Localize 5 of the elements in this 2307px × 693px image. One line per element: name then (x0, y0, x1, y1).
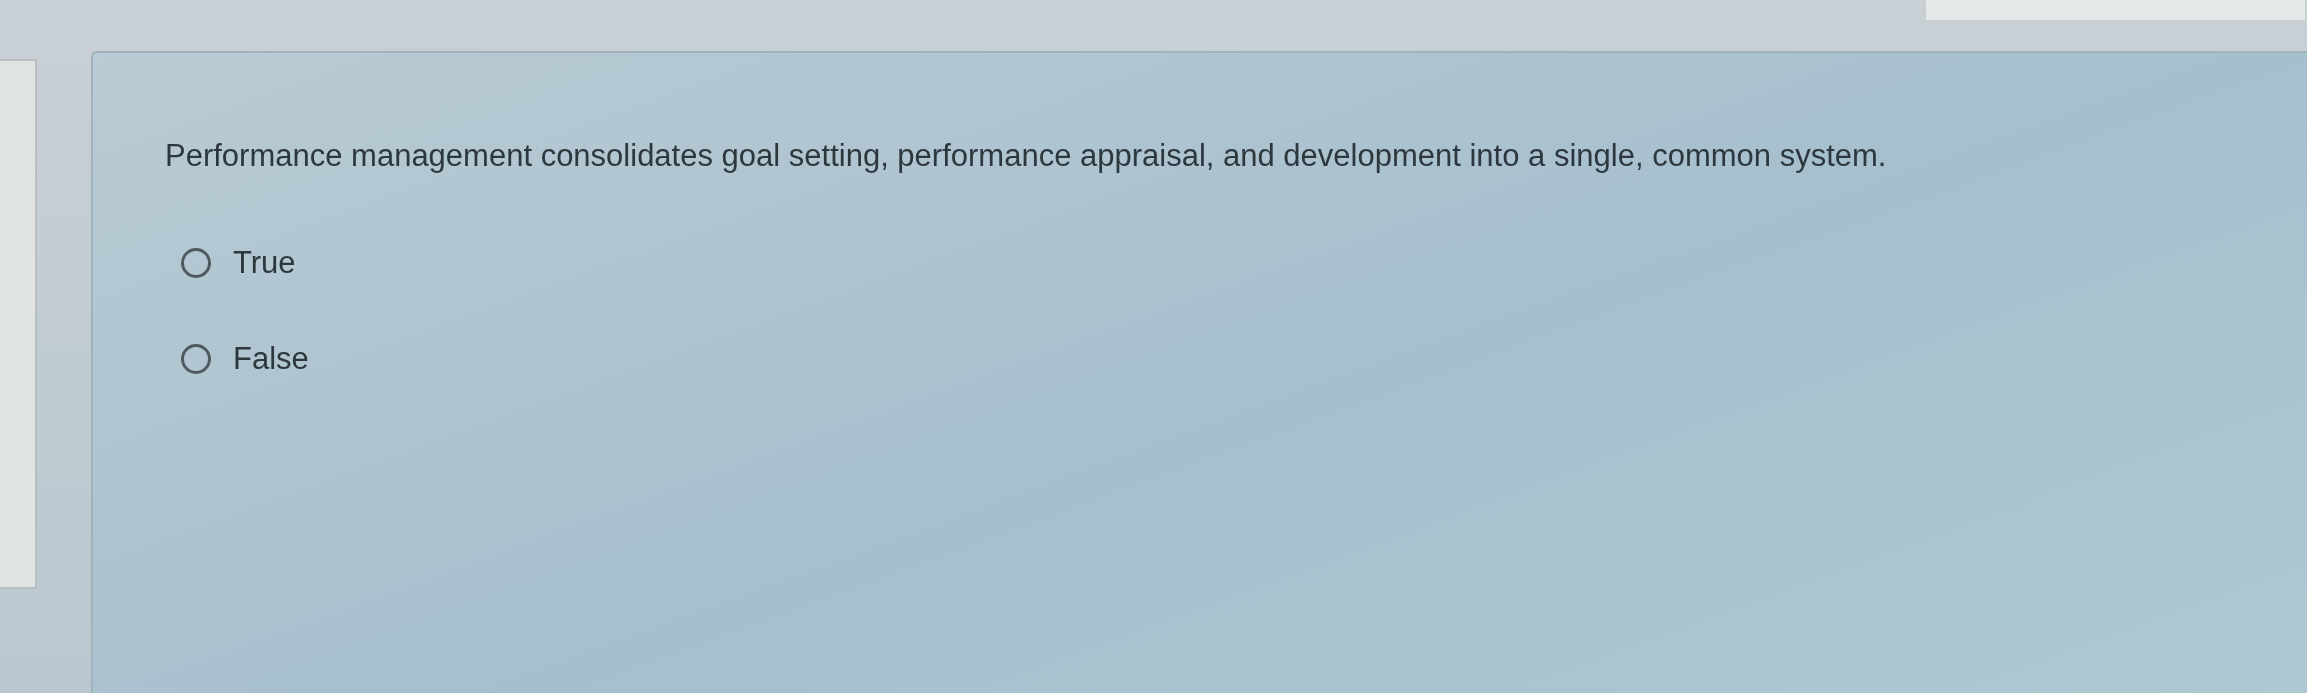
radio-button[interactable] (181, 344, 211, 374)
option-label[interactable]: False (233, 341, 309, 377)
radio-button[interactable] (181, 248, 211, 278)
question-text: Performance management consolidates goal setting, performance appraisal, and development into a single, common system. (165, 137, 1888, 175)
option-label[interactable]: True (233, 245, 296, 281)
